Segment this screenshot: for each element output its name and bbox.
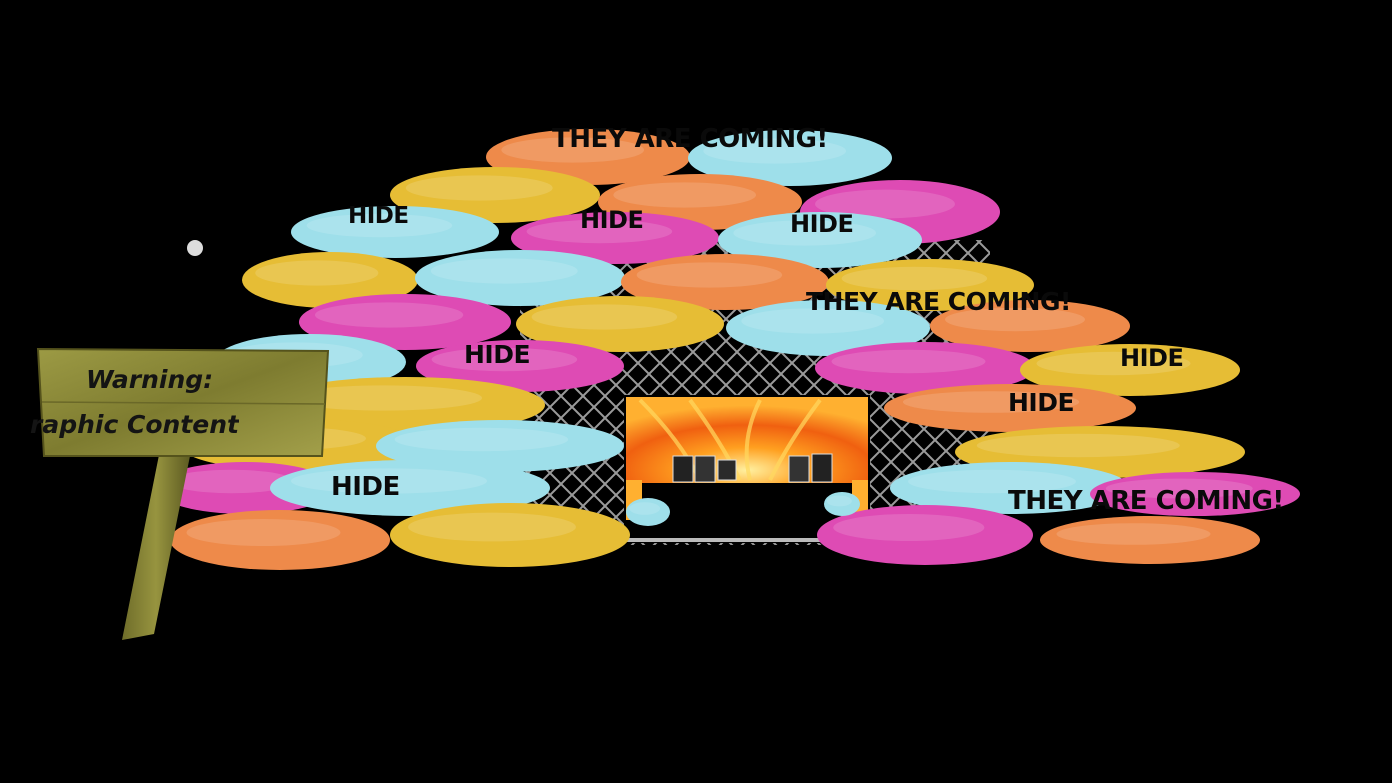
banner-hide: HIDE	[1120, 344, 1184, 372]
cushion-highlight	[394, 427, 569, 452]
cushion-highlight	[613, 182, 757, 208]
cushion-highlight	[636, 262, 783, 288]
cushion-highlight	[314, 302, 464, 328]
sign-line-graphic-content: raphic Content	[30, 410, 239, 439]
banner-hide: HIDE	[464, 340, 531, 369]
banner-hide: HIDE	[348, 203, 409, 229]
banner-they-are-coming-top: THEY ARE COMING!	[552, 124, 828, 154]
cushion-highlight	[430, 258, 578, 284]
sign-line-warning: Warning:	[86, 365, 214, 394]
banner-hide: HIDE	[790, 210, 854, 238]
floating-orb	[187, 240, 203, 256]
cushion-highlight	[833, 514, 985, 541]
cushion-highlight	[976, 433, 1180, 458]
cushion-highlight	[186, 519, 341, 546]
banner-they-are-coming-middle: THEY ARE COMING!	[806, 287, 1071, 316]
cushion-highlight	[826, 495, 852, 507]
cushion-highlight	[408, 512, 576, 542]
cushion-highlight	[531, 304, 678, 330]
cushion-highlight	[255, 260, 379, 286]
banner-hide: HIDE	[1008, 388, 1075, 417]
cushion-highlight	[831, 349, 986, 374]
banner-hide: HIDE	[331, 472, 400, 502]
cushion-highlight	[1056, 523, 1211, 545]
banner-hide: HIDE	[580, 206, 644, 234]
cushion-highlight	[629, 502, 661, 515]
cushion-highlight	[405, 175, 553, 201]
banner-they-are-coming-bottom: THEY ARE COMING!	[1008, 486, 1284, 516]
